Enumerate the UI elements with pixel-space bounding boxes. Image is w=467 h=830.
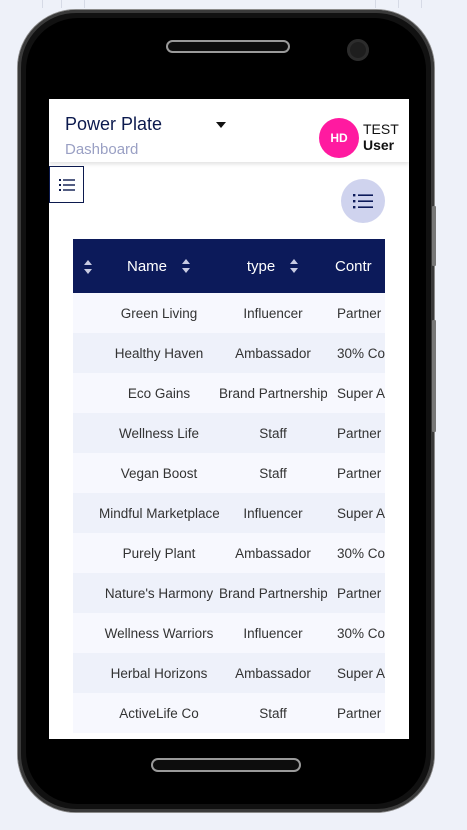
cell-type: Ambassador	[235, 665, 311, 681]
cell-type: Staff	[259, 705, 287, 721]
cell-name: Mindful Marketplace	[99, 505, 219, 521]
cell-contract: Partner	[337, 425, 382, 441]
sort-icon[interactable]	[289, 259, 299, 274]
cell-contract: Super A	[337, 505, 385, 521]
cell-type: Staff	[259, 425, 287, 441]
table-row[interactable]: Herbal Horizons Ambassador Super A	[73, 653, 385, 693]
table-row[interactable]: Purely Plant Ambassador 30% Cor	[73, 533, 385, 573]
cell-type: Brand Partnership	[219, 385, 327, 401]
view-list-button[interactable]	[341, 179, 385, 223]
cell-name: Herbal Horizons	[110, 665, 208, 681]
table-row[interactable]: Vegan Boost Staff Partner	[73, 453, 385, 493]
cell-name: Wellness Life	[118, 425, 200, 441]
list-icon	[58, 178, 75, 191]
cell-contract: Super A	[337, 385, 385, 401]
speaker-grille	[166, 40, 290, 53]
cell-name: Nature's Harmony	[104, 585, 214, 601]
cell-contract: Partner	[337, 305, 382, 321]
column-header-name[interactable]: Name	[99, 239, 219, 293]
cell-type: Brand Partnership	[219, 585, 327, 601]
cell-type: Influencer	[243, 505, 303, 521]
app-header: Power Plate Dashboard HD TEST User	[49, 99, 409, 162]
cell-name: ActiveLife Co	[119, 705, 199, 721]
table-row[interactable]: Wellness Warriors Influencer 30% Cor	[73, 613, 385, 653]
user-last-name: User	[363, 137, 395, 153]
sort-icon[interactable]	[83, 259, 93, 274]
cell-type: Ambassador	[235, 345, 311, 361]
app-screen: Power Plate Dashboard HD TEST User Name	[49, 99, 409, 739]
cell-type: Influencer	[243, 305, 303, 321]
table-row[interactable]: Green Living Influencer Partner	[73, 293, 385, 333]
table-row[interactable]: Healthy Haven Ambassador 30% Cor	[73, 333, 385, 373]
table-header-row: Name type Contr	[73, 239, 385, 293]
cell-contract: Partner	[337, 705, 382, 721]
page-subtitle: Dashboard	[65, 141, 139, 158]
home-button[interactable]	[151, 758, 301, 772]
sidebar-toggle-button[interactable]	[49, 166, 84, 203]
user-first-name: TEST	[363, 121, 399, 137]
avatar[interactable]: HD	[319, 118, 359, 158]
cell-contract: 30% Cor	[337, 345, 385, 361]
column-header-select[interactable]	[73, 239, 99, 293]
cell-contract: 30% Cor	[337, 625, 385, 641]
cell-contract: Partner	[337, 585, 382, 601]
cell-name: Healthy Haven	[114, 345, 204, 361]
table-row[interactable]: Wellness Life Staff Partner	[73, 413, 385, 453]
table-row[interactable]: Nature's Harmony Brand Partnership Partner	[73, 573, 385, 613]
table-row[interactable]: Eco Gains Brand Partnership Super A	[73, 373, 385, 413]
cell-contract: Super A	[337, 665, 385, 681]
camera-icon	[347, 39, 369, 61]
top-strip	[0, 0, 467, 8]
data-table: Name type Contr Green Living Influencer Pa…	[73, 239, 385, 733]
sort-icon[interactable]	[181, 259, 191, 274]
cell-type: Influencer	[243, 625, 303, 641]
table-row[interactable]: ActiveLife Co Staff Partner	[73, 693, 385, 733]
cell-name: Wellness Warriors	[104, 625, 214, 641]
cell-name: Green Living	[120, 305, 198, 321]
list-icon	[353, 194, 373, 209]
column-header-contract[interactable]: Contr	[327, 239, 385, 293]
data-table-container[interactable]: Name type Contr Green Living Influencer Pa…	[73, 239, 385, 739]
cell-name: Vegan Boost	[120, 465, 198, 481]
column-header-type[interactable]: type	[219, 239, 327, 293]
cell-type: Staff	[259, 465, 287, 481]
cell-name: Purely Plant	[122, 545, 196, 561]
brand-title[interactable]: Power Plate	[65, 114, 162, 135]
table-row[interactable]: Mindful Marketplace Influencer Super A	[73, 493, 385, 533]
cell-name: Eco Gains	[127, 385, 191, 401]
cell-contract: 30% Cor	[337, 545, 385, 561]
caret-down-icon[interactable]	[216, 122, 226, 128]
cell-contract: Partner	[337, 465, 382, 481]
cell-type: Ambassador	[235, 545, 311, 561]
